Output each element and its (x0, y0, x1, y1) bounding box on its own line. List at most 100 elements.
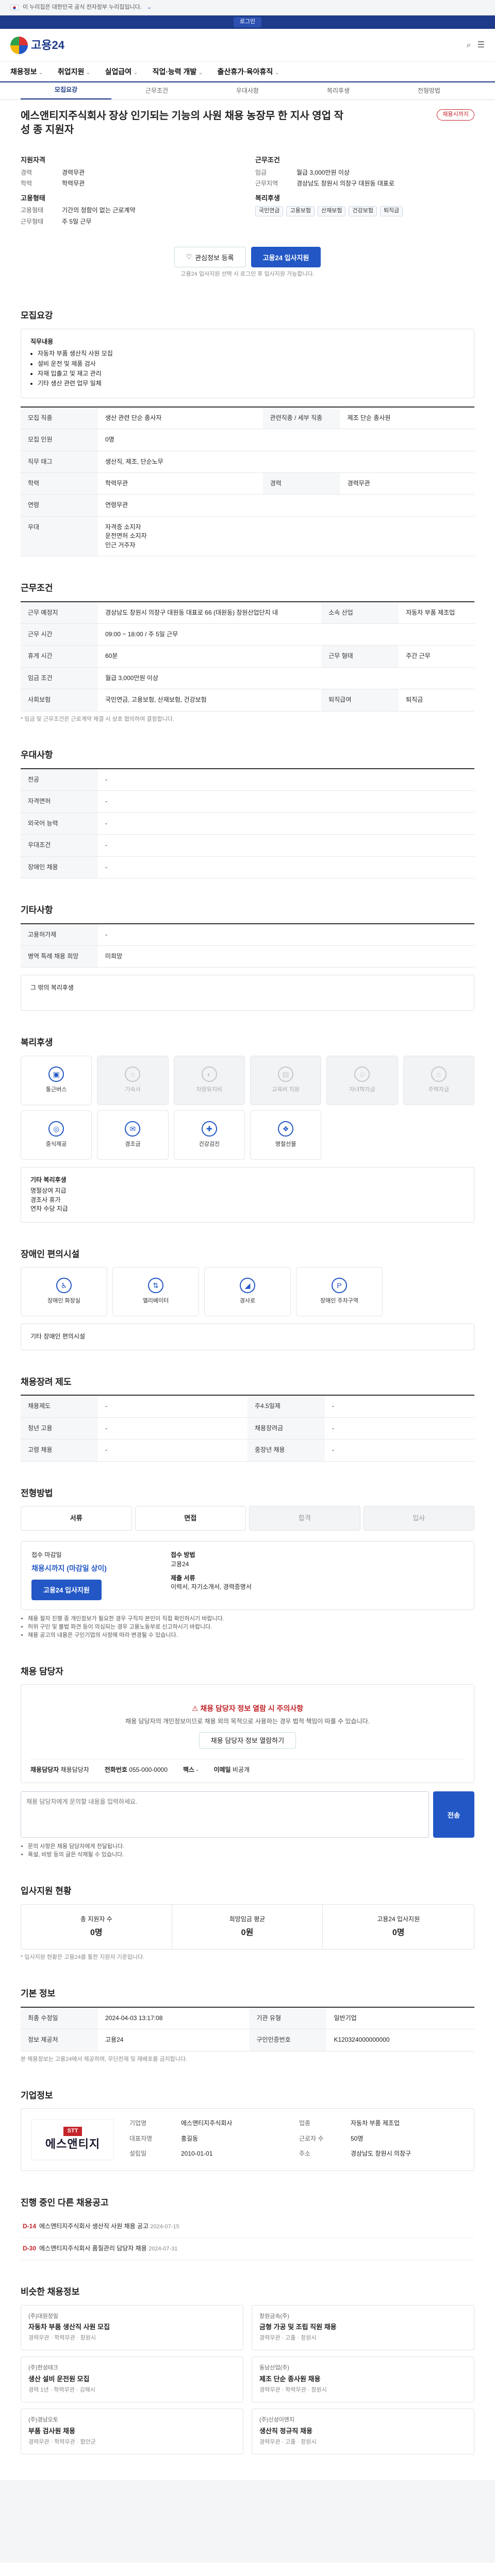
nav-item-leave[interactable]: 출산휴가·육아휴직 (218, 66, 279, 77)
row-value: - (98, 1439, 248, 1462)
similar-card-meta: 경력무관 · 고졸 · 창원시 (259, 2335, 317, 2342)
view-contact-button[interactable]: 채용 담당자 정보 열람하기 (199, 1732, 296, 1749)
special-table: 고용허가제 - 병역 특례 채용 희망 미희망 (21, 923, 474, 968)
summary-qualify-title: 지원자격 (21, 156, 45, 164)
row-value: - (98, 1395, 248, 1418)
company-logo: STT 에스앤티지 (31, 2119, 114, 2161)
qa-notes: 문의 사항은 채용 담당자에게 전달됩니다. 욕설, 비방 등의 글은 삭제될 … (21, 1843, 474, 1859)
contact-email-value: 비공개 (232, 1766, 250, 1773)
tab-recruit[interactable]: 모집요강 (21, 86, 111, 99)
ongoing-section: 진행 중인 다른 채용공고 D-14 에스앤티지주식회사 생산직 사원 채용 공고… (21, 2181, 474, 2270)
row-key: 외국어 능력 (21, 812, 98, 835)
nav-item-benefit[interactable]: 실업급여 (105, 66, 138, 77)
qa-send-button[interactable]: 전송 (433, 1791, 474, 1838)
nav-item-support[interactable]: 취업지원 (58, 66, 91, 77)
summary-value: 학력무관 (62, 180, 85, 188)
summary-value: 기간의 정함이 없는 근로계약 (62, 207, 136, 214)
ongoing-item-title: 에스앤티지주식회사 생산직 사원 채용 공고 (39, 2223, 149, 2230)
welfare-item-label: 기숙사 (125, 1087, 141, 1093)
contact-warning-lead: ⚠ 채용 담당자 정보 열람 시 주의사항 (30, 1703, 465, 1714)
similar-card[interactable]: (주)신성이엔지 생산직 정규직 채용 경력무관 · 고졸 · 창원시 (252, 2408, 474, 2454)
row-key: 중장년 채용 (248, 1439, 325, 1462)
row-key: 정보 제공처 (21, 2029, 98, 2052)
list-item[interactable]: D-14 에스앤티지주식회사 생산직 사원 채용 공고 2024-07-15 (21, 2216, 474, 2238)
site-logo[interactable]: 고용24 (10, 36, 64, 54)
similar-card-company: (주)대원정밀 (28, 2313, 58, 2319)
site-header: 고용24 ⌕ ☰ (0, 29, 495, 62)
facility-item-label: 경사로 (239, 1298, 256, 1304)
contact-name-key: 채용담당자 (30, 1766, 59, 1773)
row-key: 기관 유형 (249, 2007, 327, 2030)
tab-welfare[interactable]: 복리후생 (293, 87, 384, 99)
nav-item-training[interactable]: 직업·능력 개발 (152, 66, 203, 77)
similar-card-meta: 경력 1년 · 학력무관 · 김해시 (28, 2387, 95, 2394)
list-item[interactable]: D-30 에스앤티지주식회사 품질관리 담당자 채용 2024-07-31 (21, 2238, 474, 2260)
tab-process[interactable]: 전형방법 (384, 87, 474, 99)
tab-prefer[interactable]: 우대사항 (202, 87, 293, 99)
car-icon: ◐ (201, 1066, 217, 1082)
company-info-value: 2010-01-01 (181, 2150, 213, 2158)
nav-item-jobs[interactable]: 채용정보 (10, 66, 43, 77)
welfare-item: ▤ 교육비 지원 (250, 1056, 322, 1106)
login-bar: 로그인 (0, 15, 495, 29)
menu-icon[interactable]: ☰ (477, 39, 485, 51)
welfare-item: ⌂ 기숙사 (97, 1056, 169, 1106)
company-info-key: 근로자 수 (299, 2134, 324, 2142)
prefer-item: 운전면허 소지자 (105, 532, 147, 540)
restroom-icon: ♿ (56, 1278, 72, 1294)
welfare-chips: 국민연금 고용보험 산재보험 건강보험 퇴직금 (255, 206, 474, 217)
ongoing-item-date: 2024-07-31 (148, 2245, 178, 2252)
stats-card-value: 0명 (392, 1928, 405, 1938)
welfare-item: ◐ 차량유지비 (173, 1056, 245, 1106)
similar-card[interactable]: (주)한성테크 생산 설비 운전원 모집 경력 1년 · 학력무관 · 김해시 (21, 2357, 243, 2402)
login-link[interactable]: 로그인 (233, 17, 262, 27)
row-key: 학력 (21, 472, 98, 495)
apply-button-secondary[interactable]: 고용24 입사지원 (31, 1579, 102, 1600)
similar-card[interactable]: (주)대원정밀 자동차 부품 생산직 사원 모집 경력무관 · 학력무관 · 창원시 (21, 2304, 243, 2351)
welfare-item-label: 주택자금 (428, 1087, 450, 1093)
row-value: 09:00 ~ 18:00 / 주 5일 근무 (98, 623, 474, 646)
contact-name-value: 채용담당자 (60, 1766, 89, 1773)
row-value: - (325, 1439, 474, 1462)
korea-flag-icon (10, 5, 19, 10)
search-icon[interactable]: ⌕ (467, 39, 471, 51)
meta-section: 기본 정보 최종 수정일 2024-04-03 13:17:08 기관 유형 일반기업… (21, 1972, 474, 2074)
similar-card-meta: 경력무관 · 학력무관 · 함안군 (28, 2438, 96, 2445)
row-key: 근무 형태 (321, 645, 399, 668)
similar-card[interactable]: 창원금속(주) 금형 가공 및 조립 직원 채용 경력무관 · 고졸 · 창원시 (252, 2304, 474, 2351)
gift-icon: ✉ (125, 1121, 141, 1137)
disabled-section: 장애인 편의시설 ♿ 장애인 화장실 ⇅ 엘리베이터 ◢ 경사로 P 장애인 주차구역 … (21, 1233, 474, 1361)
row-key: 사회보험 (21, 689, 98, 711)
welfare-section: 복리후생 ▣ 통근버스 ⌂ 기숙사 ◐ 차량유지비 ▤ 교육비 지원 ☺ 자녀학자금 ⌂ 주… (21, 1021, 474, 1232)
similar-card[interactable]: 동남산업(주) 제조 단순 종사원 채용 경력무관 · 학력무관 · 창원시 (252, 2357, 474, 2402)
company-info-value: 경상남도 창원시 의창구 (351, 2150, 411, 2158)
ongoing-item-title: 에스앤티지주식회사 품질관리 담당자 채용 (39, 2244, 147, 2252)
similar-card-meta: 경력무관 · 학력무관 · 창원시 (259, 2387, 327, 2394)
row-key: 고령 채용 (21, 1439, 98, 1462)
qa-input[interactable] (21, 1791, 429, 1838)
row-value: 퇴직금 (399, 689, 474, 711)
welfare-etc-line: 연차 수당 지급 (30, 1205, 68, 1213)
summary-value: 경력무관 (62, 168, 85, 176)
similar-card-title: 부품 검사원 채용 (28, 2427, 75, 2435)
similar-card-company: 창원금속(주) (259, 2313, 289, 2319)
process-step: 합격 (249, 1506, 360, 1531)
welfare-etc-line: 명절상여 지급 (30, 1187, 67, 1195)
qa-note: 문의 사항은 채용 담당자에게 전달됩니다. (28, 1843, 474, 1851)
company-section: 기업정보 STT 에스앤티지 기업명 에스앤티지주식회사 업종 자동차 부품 제조업… (21, 2074, 474, 2182)
similar-card[interactable]: (주)경남오토 부품 검사원 채용 경력무관 · 학력무관 · 함안군 (21, 2408, 243, 2454)
banner-toggle-icon[interactable]: ⌄ (147, 4, 152, 12)
apply-button[interactable]: 고용24 입사지원 (251, 247, 321, 268)
alert-icon: ⚠ (191, 1704, 201, 1713)
tab-conditions[interactable]: 근무조건 (111, 87, 202, 99)
deadline-badge: 채용시까지 (437, 109, 474, 121)
summary-key: 근무형태 (21, 217, 44, 225)
row-value: 경력무관 (340, 472, 474, 495)
similar-card-company: 동남산업(주) (259, 2365, 289, 2371)
welfare-chip: 퇴직금 (380, 206, 403, 217)
elevator-icon: ⇅ (148, 1278, 163, 1294)
save-interest-button[interactable]: ♡ 관심정보 등록 (174, 247, 246, 268)
row-key: 근무 예정지 (21, 601, 98, 624)
summary-key: 근무지역 (255, 180, 278, 188)
row-key: 모집 직종 (21, 406, 98, 430)
